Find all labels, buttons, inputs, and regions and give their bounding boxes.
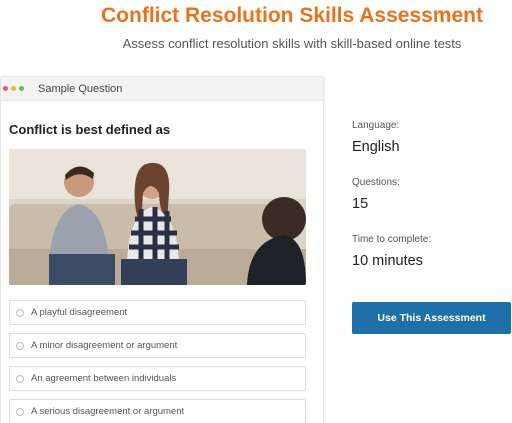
radio-icon[interactable] xyxy=(16,341,24,350)
radio-icon[interactable] xyxy=(16,374,24,383)
option-label: A playful disagreement xyxy=(31,307,128,318)
question-image xyxy=(9,149,306,285)
card-header: Sample Question xyxy=(1,77,323,101)
questions-label: Questions: xyxy=(352,177,400,188)
sample-question-card: Sample Question Conflict is best defined… xyxy=(0,76,324,423)
time-value: 10 minutes xyxy=(352,253,423,269)
time-label: Time to complete: xyxy=(352,234,432,245)
questions-value: 15 xyxy=(352,196,369,212)
option-2[interactable]: A minor disagreement or argument xyxy=(9,333,306,358)
page-subtitle: Assess conflict resolution skills with s… xyxy=(122,36,462,51)
option-label: An agreement between individuals xyxy=(31,373,177,384)
green-dot-icon xyxy=(19,86,24,91)
option-4[interactable]: A serious disagreement or argument xyxy=(9,399,306,423)
time-info: Time to complete: 10 minutes xyxy=(352,234,512,291)
page-title: Conflict Resolution Skills Assessment xyxy=(101,4,483,27)
red-dot-icon xyxy=(3,86,8,91)
assessment-info: Language: English Questions: 15 Time to … xyxy=(352,120,512,291)
radio-icon[interactable] xyxy=(16,407,24,416)
language-info: Language: English xyxy=(352,120,512,177)
option-3[interactable]: An agreement between individuals xyxy=(9,366,306,391)
option-1[interactable]: A playful disagreement xyxy=(9,300,306,325)
language-label: Language: xyxy=(352,120,400,131)
questions-info: Questions: 15 xyxy=(352,177,512,234)
card-header-label: Sample Question xyxy=(38,82,123,95)
option-label: A minor disagreement or argument xyxy=(31,340,178,351)
use-assessment-button[interactable]: Use This Assessment xyxy=(352,302,511,334)
yellow-dot-icon xyxy=(11,86,16,91)
language-value: English xyxy=(352,139,400,155)
answer-options: A playful disagreement A minor disagreem… xyxy=(9,300,306,423)
option-label: A serious disagreement or argument xyxy=(31,406,185,417)
radio-icon[interactable] xyxy=(16,308,24,317)
question-text: Conflict is best defined as xyxy=(9,122,171,137)
window-dots xyxy=(3,86,24,91)
